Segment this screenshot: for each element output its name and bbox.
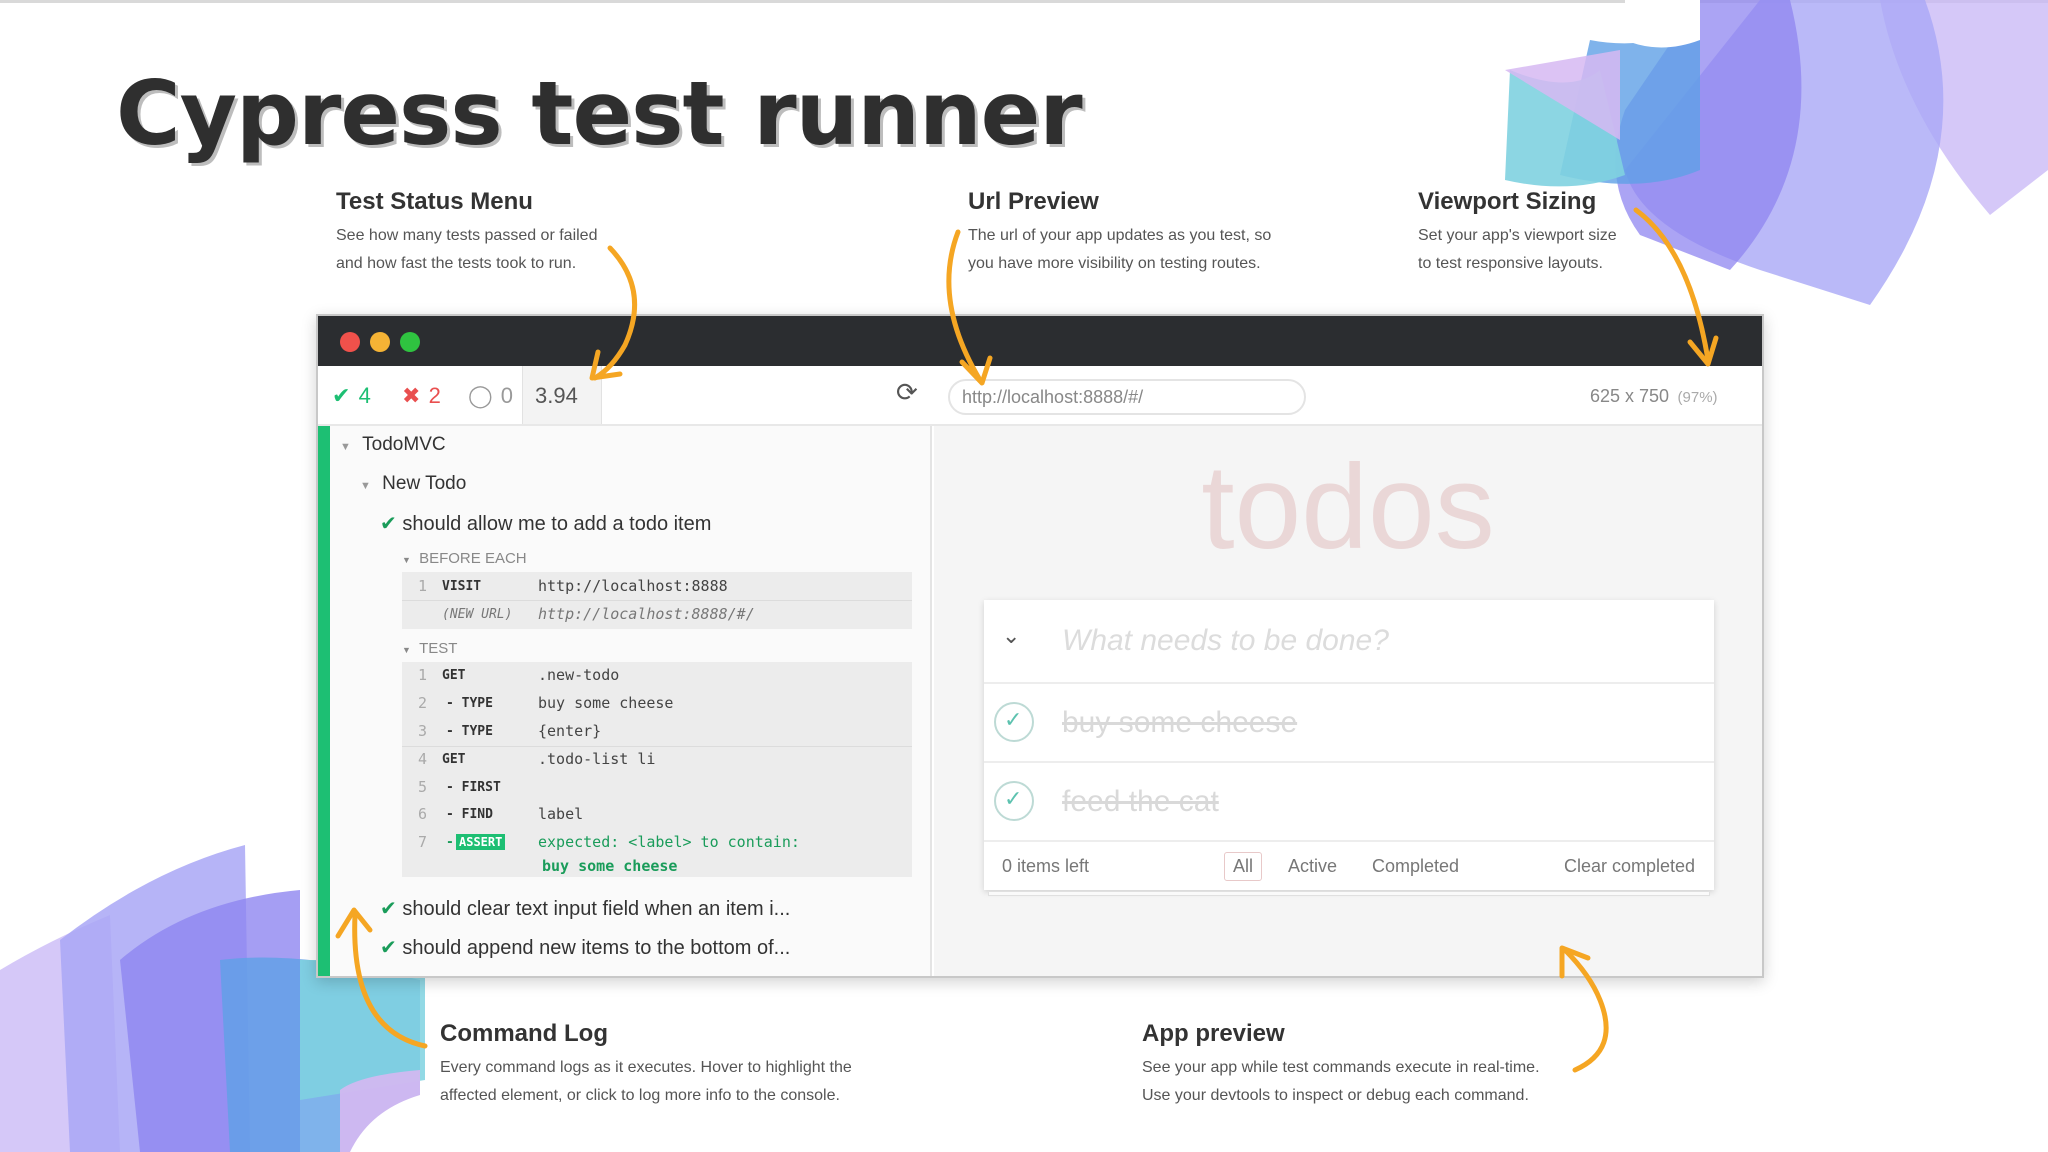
arrow-viewport bbox=[1633, 207, 1711, 363]
arrow-app-preview bbox=[1562, 947, 1609, 1073]
arrow-url-preview bbox=[946, 229, 983, 383]
callout-arrows bbox=[335, 207, 1719, 1073]
arrow-test-status bbox=[592, 245, 638, 381]
arrow-command-log bbox=[352, 912, 428, 1049]
